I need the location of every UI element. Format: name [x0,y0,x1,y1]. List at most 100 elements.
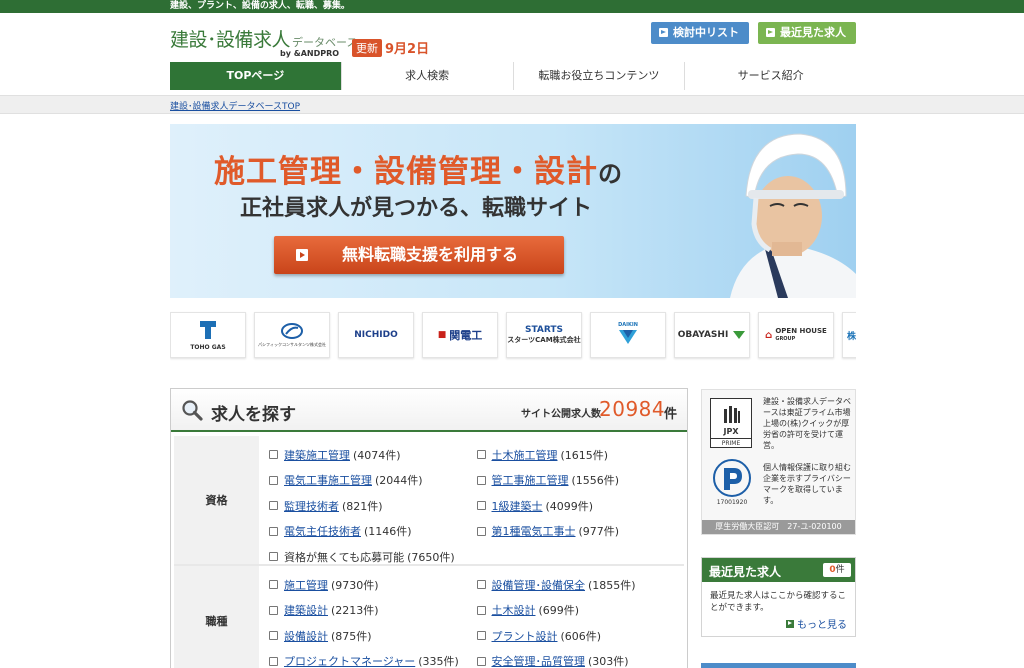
option-count: (2213件) [331,604,379,618]
nav-career-contents[interactable]: 転職お役立ちコンテンツ [514,62,686,90]
option-item[interactable]: プロジェクトマネージャー (335件) [269,649,477,668]
checkbox[interactable] [269,450,278,460]
option-item[interactable]: 施工管理 (9730件) [269,572,477,598]
checkbox[interactable] [476,526,486,536]
option-link[interactable]: 施工管理 [284,577,328,593]
option-item[interactable]: 1級建築士 (4099件) [476,493,685,519]
see-more-link[interactable]: もっと見る [797,620,847,631]
checkbox[interactable] [269,580,278,590]
option-link[interactable]: 建築施工管理 [284,447,350,463]
option-text: 資格が無くても応募可能 [284,550,405,564]
option-count: (303件) [588,655,629,668]
option-item[interactable]: 監理技術者 (821件) [269,493,477,519]
logo-kandenko[interactable]: ■ 関電工 [422,312,498,358]
hero-banner[interactable]: 施工管理・設備管理・設計の 正社員求人が見つかる、転職サイト 無料転職支援を利用… [170,124,856,298]
tagline: 建設、プラント、設備の求人、転職、募集。 [170,1,350,11]
option-item[interactable]: 管工事施工管理 (1556件) [476,468,685,494]
recent-jobs-count-badge: 0件 [823,563,851,577]
nav-job-search[interactable]: 求人検索 [342,62,514,90]
option-count: (4099件) [545,499,594,513]
option-link[interactable]: プロジェクトマネージャー [284,653,415,668]
jpx-bars-icon [724,406,740,423]
option-item[interactable]: 建築設計 (2213件) [269,598,477,624]
option-link[interactable]: 電気工事施工管理 [284,472,372,488]
nav-service-info[interactable]: サービス紹介 [685,62,856,90]
logo-partial[interactable]: 株式会社 [842,312,856,358]
option-item[interactable]: 電気主任技術者 (1146件) [269,519,477,545]
checkbox[interactable] [476,450,486,460]
option-item[interactable]: 土木設計 (699件) [476,598,685,624]
hero-headline-suffix: の [598,160,623,188]
logo-toho-gas[interactable]: TOHO GAS [170,312,246,358]
row-label: 資格 [174,436,259,564]
option-link[interactable]: 設備管理･設備保全 [492,577,586,593]
option-link[interactable]: 設備設計 [284,628,328,644]
checkbox[interactable] [476,605,486,615]
jpx-sub: PRIME [711,438,751,447]
logo-open-house[interactable]: ⌂ OPEN HOUSE GROUP [758,312,834,358]
option-count: (606件) [560,629,602,643]
checkbox[interactable] [476,656,486,666]
logo-obayashi[interactable]: OBAYASHI [674,312,750,358]
checkbox[interactable] [476,631,486,641]
checkbox[interactable] [269,526,278,536]
option-link[interactable]: 土木設計 [492,602,536,618]
option-item[interactable]: 設備管理･設備保全 (1855件) [476,572,685,598]
option-link[interactable]: 監理技術者 [284,498,339,514]
recent-jobs-label: 最近見た求人 [780,26,846,39]
logo-label: GROUP [775,336,796,342]
free-support-button[interactable]: 無料転職支援を利用する [274,236,564,274]
update-date: 9月2日 [385,42,430,57]
checkbox[interactable] [269,501,278,511]
open-house-mark-icon: ⌂ [765,329,773,341]
checkbox[interactable] [476,475,486,485]
nav-top[interactable]: TOPページ [170,62,342,90]
logo-pacific-consultants[interactable]: パシフィックコンサルタンツ株式会社 [254,312,330,358]
option-link[interactable]: 安全管理･品質管理 [492,653,586,668]
logo-daikin[interactable]: DAIKIN [590,312,666,358]
checkbox[interactable] [269,475,278,485]
checkbox[interactable] [476,501,486,511]
option-link[interactable]: 第1種電気工事士 [492,523,576,539]
job-search-header: 求人を探す サイト公開求人数 20984 件 [171,389,687,432]
arrow-right-icon [296,249,308,261]
option-item[interactable]: 安全管理･品質管理 (303件) [476,649,685,668]
site-logo[interactable]: 建設･設備求人 データベース by &ANDPRO [170,25,357,58]
option-item[interactable]: 第1種電気工事士 (977件) [476,519,685,545]
option-item[interactable]: 電気工事施工管理 (2044件) [269,468,477,494]
option-link[interactable]: プラント設計 [492,628,558,644]
toho-gas-mark-icon [199,321,216,339]
saved-list-button[interactable]: 検討中リスト [651,22,749,44]
job-type-row: 職種 施工管理 (9730件) 設備管理･設備保全 (1855件) 建築設計 (221… [174,566,684,668]
privacy-text: 個人情報保護に取り組む企業を示すプライバシーマークを取得しています。 [763,463,851,505]
option-item[interactable]: 土木施工管理 (1615件) [476,442,685,468]
checkbox[interactable] [269,605,278,615]
logo-starts-cam[interactable]: STARTS スターツCAM株式会社 [506,312,582,358]
option-item[interactable]: プラント設計 (606件) [476,623,685,649]
option-link[interactable]: 管工事施工管理 [492,472,569,488]
logo-label: STARTS [524,325,564,335]
checkbox[interactable] [269,631,278,641]
option-link[interactable]: 1級建築士 [492,498,543,514]
recent-jobs-button[interactable]: 最近見た求人 [758,22,856,44]
recent-count-unit: 件 [835,565,845,575]
checkbox[interactable] [269,656,278,666]
logo-nichido[interactable]: NICHIDO [338,312,414,358]
option-link[interactable]: 建築設計 [284,602,328,618]
sidebar-next-box [701,663,856,668]
option-count: (699件) [538,604,580,618]
option-item[interactable]: 設備設計 (875件) [269,623,477,649]
header: 建設･設備求人 データベース by &ANDPRO 更新 9月2日 検討中リスト 最… [0,13,1024,95]
update-tag: 更新 [352,38,382,57]
daikin-mark-icon [619,329,637,344]
checkbox[interactable] [476,580,486,590]
checkbox[interactable] [269,552,278,562]
breadcrumb-top-link[interactable]: 建設･設備求人データベースTOP [170,99,300,112]
option-link[interactable]: 土木施工管理 [492,447,558,463]
option-item[interactable]: 建築施工管理 (4074件) [269,442,477,468]
option-link[interactable]: 電気主任技術者 [284,523,361,539]
sidebar: JPX PRIME 建設・設備求人データベースは東証プライム市場上場の(株)クイ… [701,389,856,668]
update-info: 更新 9月2日 [352,38,429,57]
trust-badges: JPX PRIME 建設・設備求人データベースは東証プライム市場上場の(株)クイ… [701,389,856,535]
recent-jobs-more[interactable]: もっと見る [786,616,847,631]
